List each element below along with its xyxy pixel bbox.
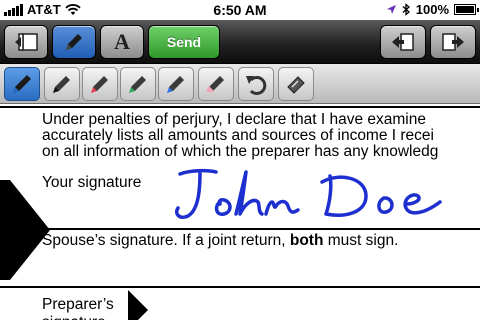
pen-icon — [66, 34, 82, 50]
spouse-label-text: Spouse’s signature. If a joint return, — [42, 232, 290, 249]
your-signature-label: Your signature — [42, 174, 142, 191]
marker-green-icon — [129, 76, 146, 93]
divider — [0, 106, 480, 108]
divider — [0, 286, 480, 288]
spouse-signature-label: Spouse’s signature. If a joint return, b… — [42, 232, 398, 250]
export-page-icon — [442, 33, 464, 51]
spouse-label-emphasis: both — [289, 232, 324, 249]
spouse-label-text-end: must sign. — [323, 232, 399, 249]
text-mode-button[interactable]: A — [100, 25, 144, 59]
sign-here-marker — [0, 180, 10, 280]
preparer-arrow-icon — [128, 290, 148, 320]
page-back-icon — [15, 33, 38, 51]
bluetooth-icon — [402, 3, 410, 16]
tool-eraser[interactable] — [198, 67, 234, 101]
status-right: 100% — [386, 2, 479, 17]
preparer-label-line: signature — [42, 314, 114, 320]
tool-pen-blue[interactable] — [4, 67, 40, 101]
marker-red-icon — [91, 76, 108, 93]
text-tool-icon: A — [114, 29, 130, 54]
declaration-line: accurately lists all amounts and sources… — [42, 127, 434, 144]
undo-button[interactable] — [238, 67, 274, 101]
handwritten-signature — [175, 168, 442, 220]
clear-page-icon — [287, 76, 305, 94]
page-view-button[interactable] — [4, 25, 48, 59]
import-page-icon — [392, 33, 414, 51]
export-button[interactable] — [430, 25, 476, 59]
divider — [0, 228, 480, 230]
declaration-line: Under penalties of perjury, I declare th… — [42, 111, 426, 128]
pen-icon — [13, 75, 31, 93]
marker-blue-icon — [167, 76, 184, 93]
draw-mode-button[interactable] — [52, 25, 96, 59]
tool-marker-blue[interactable] — [158, 67, 194, 101]
declaration-line: on all information of which the preparer… — [42, 143, 439, 160]
tool-marker-green[interactable] — [120, 67, 156, 101]
tool-marker-black[interactable] — [44, 67, 80, 101]
import-button[interactable] — [380, 25, 426, 59]
tool-marker-red[interactable] — [82, 67, 118, 101]
preparer-label-line: Preparer’s — [42, 296, 114, 313]
battery-percent: 100% — [415, 2, 449, 17]
eraser-icon — [206, 76, 224, 93]
undo-icon — [246, 76, 267, 95]
preparer-signature-label: Preparer’s signature — [42, 296, 114, 320]
top-toolbar: A Send — [0, 20, 480, 64]
declaration-text: Under penalties of perjury, I declare th… — [42, 112, 480, 160]
send-button[interactable]: Send — [148, 25, 220, 59]
location-arrow-icon — [386, 5, 396, 14]
marker-black-icon — [53, 76, 70, 93]
sign-here-arrow-icon — [10, 180, 50, 280]
document-canvas[interactable]: Under penalties of perjury, I declare th… — [0, 104, 480, 320]
status-bar: AT&T 6:50 AM 100% — [0, 0, 480, 20]
battery-icon — [454, 4, 479, 15]
pen-toolbar — [0, 64, 480, 104]
clear-button[interactable] — [278, 67, 314, 101]
